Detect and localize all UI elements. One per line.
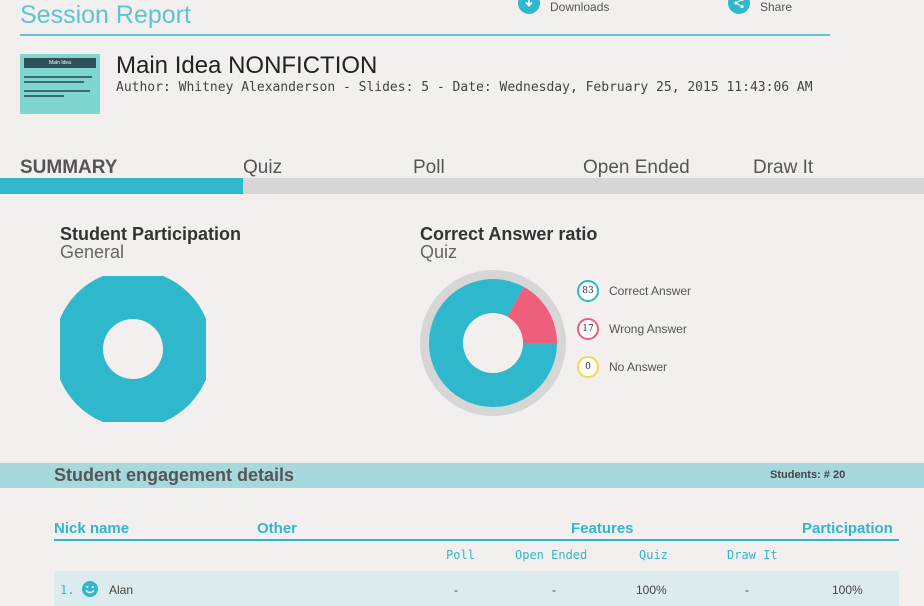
downloads-button[interactable]: Downloads — [518, 0, 609, 14]
table-row[interactable] — [54, 571, 899, 606]
row-draw-it: - — [745, 583, 749, 597]
col-nick-name[interactable]: Nick name — [54, 520, 129, 537]
page-title: Session Report — [20, 1, 191, 29]
col-other[interactable]: Other — [257, 520, 297, 537]
students-count: Students: # 20 — [770, 469, 846, 481]
row-poll: - — [454, 583, 458, 597]
tab-open-ended[interactable]: Open Ended — [583, 157, 690, 179]
col-participation[interactable]: Participation — [802, 520, 893, 537]
participation-donut — [60, 276, 206, 422]
presentation-meta: Author: Whitney Alexanderson - Slides: 5… — [116, 80, 813, 95]
legend-wrong-value: 17 — [577, 318, 599, 340]
ratio-donut — [420, 270, 566, 416]
legend-none: 0 No Answer — [577, 356, 667, 378]
col-features[interactable]: Features — [571, 520, 634, 537]
legend-wrong: 17 Wrong Answer — [577, 318, 687, 340]
row-open-ended: - — [552, 583, 556, 597]
participation-subtitle: General — [60, 242, 125, 262]
ratio-subtitle: Quiz — [420, 242, 458, 262]
tab-active-indicator — [0, 178, 243, 194]
ratio-hole — [463, 313, 523, 373]
col-open-ended[interactable]: Open Ended — [515, 548, 587, 562]
downloads-label: Downloads — [550, 0, 610, 14]
download-icon — [518, 0, 540, 14]
row-index: 1. — [60, 583, 75, 597]
row-name: Alan — [109, 583, 134, 597]
tab-draw-it[interactable]: Draw It — [753, 157, 813, 179]
legend-correct-value: 83 — [577, 280, 599, 302]
thumbnail-title: Main Idea — [24, 58, 96, 68]
participation-hole — [103, 319, 163, 379]
engagement-title: Student engagement details — [54, 465, 295, 485]
col-quiz[interactable]: Quiz — [639, 548, 668, 562]
legend-correct: 83 Correct Answer — [577, 280, 691, 302]
presentation-thumbnail: Main Idea — [20, 54, 100, 114]
row-participation: 100% — [832, 583, 863, 597]
tab-quiz[interactable]: Quiz — [243, 157, 282, 179]
share-button[interactable]: Share — [728, 0, 792, 14]
legend-wrong-label: Wrong Answer — [609, 322, 687, 336]
presentation-title: Main Idea NONFICTION — [116, 52, 378, 79]
tab-poll[interactable]: Poll — [413, 157, 445, 179]
smiley-icon — [82, 581, 98, 597]
share-label: Share — [760, 0, 793, 14]
legend-none-value: 0 — [577, 356, 599, 378]
share-icon — [728, 0, 750, 14]
column-divider — [54, 539, 899, 541]
row-quiz: 100% — [636, 583, 667, 597]
tab-summary[interactable]: SUMMARY — [20, 157, 117, 179]
col-draw-it[interactable]: Draw It — [727, 548, 778, 562]
legend-none-label: No Answer — [609, 360, 668, 374]
header-divider — [20, 34, 830, 36]
legend-correct-label: Correct Answer — [609, 284, 692, 298]
col-poll[interactable]: Poll — [446, 548, 475, 562]
